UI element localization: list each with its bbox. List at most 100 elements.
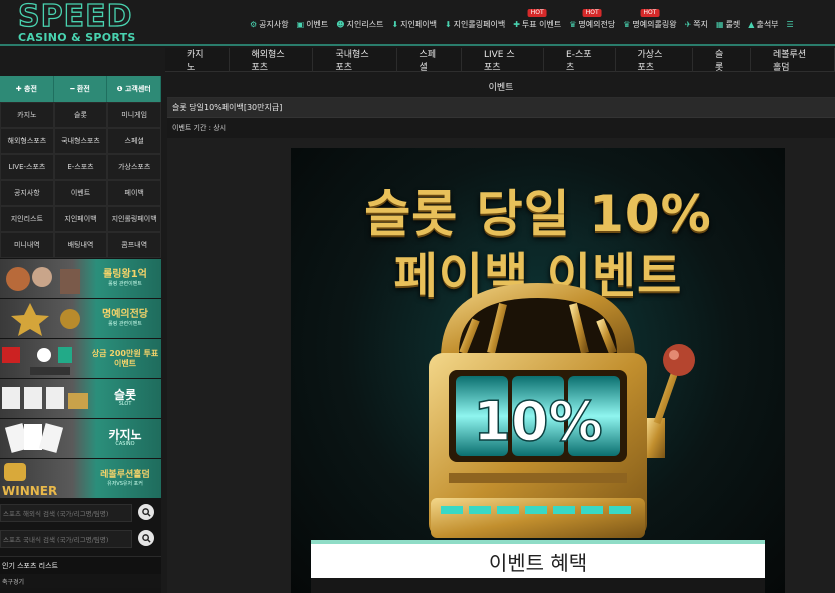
playing-cards-image <box>4 423 64 453</box>
banner-subtitle: 롤링 관련이벤트 <box>108 321 142 327</box>
search-button[interactable] <box>138 530 154 546</box>
topnav-rolling-king[interactable]: HOT ♛ 명예의롤링왕 <box>623 9 677 36</box>
sidebar-item-comp-history[interactable]: 콤프내역 <box>107 232 161 258</box>
topnav-menu[interactable]: ☰ <box>787 12 796 36</box>
sidebar-item-virtual-sports[interactable]: 가상스포츠 <box>107 154 161 180</box>
download-icon: ⬇ <box>391 19 399 29</box>
star-trophy-image <box>11 303 80 336</box>
mainnav-overseas-sports[interactable]: 해외형스포츠 <box>230 47 314 73</box>
main-nav: 카지노 해외형스포츠 국내형스포츠 스페셜 LIVE 스포츠 E-스포츠 가상스… <box>165 47 835 73</box>
crown-icon: ♛ <box>623 19 631 29</box>
winner-trophy-image: WINNER <box>2 463 57 498</box>
sidebar-item-domestic-sports[interactable]: 국내형스포츠 <box>53 128 108 154</box>
mainnav-esports[interactable]: E-스포츠 <box>544 47 616 73</box>
hot-badge: HOT <box>582 9 602 17</box>
hot-badge: HOT <box>527 9 547 17</box>
topnav-friend-payback[interactable]: ⬇ 지인페이백 <box>391 12 437 36</box>
sidebar-item-friend-rolling-payback[interactable]: 지인롤링페이백 <box>107 206 161 232</box>
search-row-domestic: 스포츠 국내식 검색 (국가/리그명/팀명) <box>0 528 161 550</box>
search-icon <box>141 533 151 543</box>
sidebar-item-friend-payback[interactable]: 지인페이백 <box>53 206 108 232</box>
sidebar-item-live-sports[interactable]: LIVE-스포츠 <box>0 154 54 180</box>
sidebar-item-event[interactable]: 이벤트 <box>53 180 108 206</box>
topnav-label: 이벤트 <box>306 19 329 29</box>
search-icon <box>141 507 151 517</box>
withdraw-button[interactable]: ━ 환전 <box>53 76 108 102</box>
header: SPEED CASINO & SPORTS ⚙ 공지사항 ▣ 이벤트 ☻ 지인리스트 … <box>0 0 835 46</box>
topnav-label: 명예의전당 <box>578 19 616 29</box>
event-benefit-heading: 이벤트 혜택 <box>311 540 765 578</box>
sidebar-item-overseas-sports[interactable]: 해외형스포츠 <box>0 128 54 154</box>
sidebar-item-friend-list[interactable]: 지인리스트 <box>0 206 54 232</box>
slot-reels-image <box>2 387 88 409</box>
banner-revolution-holdem[interactable]: WINNER 레볼루션홀덤 유저VS유저 포커 <box>0 459 161 498</box>
mainnav-special[interactable]: 스페셜 <box>397 47 462 73</box>
banner-slot[interactable]: 슬롯 SLOT <box>0 379 161 418</box>
sidebar-item-special[interactable]: 스페셜 <box>107 128 161 154</box>
banner-title: 슬롯 <box>113 388 137 402</box>
event-poster: 슬롯 당일 10% 페이백 이벤트 10% 이벤트 혜택 <box>291 148 785 593</box>
topnav-friend-list[interactable]: ☻ 지인리스트 <box>336 12 383 36</box>
logo-subtitle: CASINO & SPORTS <box>18 31 136 44</box>
topnav-notice[interactable]: ⚙ 공지사항 <box>250 12 289 36</box>
boxer-image <box>6 267 80 294</box>
plus-icon: ✚ <box>513 19 520 29</box>
sidebar-item-payback[interactable]: 페이백 <box>107 180 161 206</box>
sidebar: ✚ 충전 ━ 환전 ❶ 고객센터 카지노 슬롯 미니게임 해외형스포츠 국내형스… <box>0 76 162 593</box>
speed-logo[interactable]: SPEED CASINO & SPORTS <box>17 0 143 44</box>
banner-rolling-king[interactable]: 롤링왕1억 롤링 관련이벤트 <box>0 259 161 298</box>
sidebar-item-casino[interactable]: 카지노 <box>0 102 54 128</box>
topnav-hall-of-fame[interactable]: HOT ♛ 명예의전당 <box>569 9 616 36</box>
topnav-label: 출석부 <box>756 19 779 29</box>
overseas-sports-search-input[interactable]: 스포츠 해외식 검색 (국가/리그명/팀명) <box>0 504 132 522</box>
mainnav-virtual-sports[interactable]: 가상스포츠 <box>616 47 693 73</box>
sidebar-item-mini-history[interactable]: 미니내역 <box>0 232 54 258</box>
topnav-label: 쪽지 <box>693 19 708 29</box>
sidebar-item-notice[interactable]: 공지사항 <box>0 180 54 206</box>
support-button[interactable]: ❶ 고객센터 <box>107 76 162 102</box>
topnav-roulette[interactable]: ▦ 룰렛 <box>716 12 740 36</box>
logo-text: SPEED <box>17 0 133 34</box>
sidebar-top-buttons: ✚ 충전 ━ 환전 ❶ 고객센터 <box>0 76 162 102</box>
mainnav-casino[interactable]: 카지노 <box>165 47 230 73</box>
banner-vote-event[interactable]: 상금 200만원 투표이벤트 <box>0 339 161 378</box>
banner-subtitle: 롤링 관련이벤트 <box>108 281 142 287</box>
banner-casino[interactable]: 카지노 CASINO <box>0 419 161 458</box>
banner-title: 카지노 <box>108 428 142 442</box>
banner-hall-of-fame[interactable]: 명예의전당 롤링 관련이벤트 <box>0 299 161 338</box>
main-content: 이벤트 슬롯 당일10%페이백[30만지급] 이벤트 기간 : 상시 슬롯 당일… <box>167 76 835 593</box>
mainnav-slot[interactable]: 슬롯 <box>693 47 751 73</box>
topnav-event[interactable]: ▣ 이벤트 <box>297 12 329 36</box>
mainnav-revolution-holdem[interactable]: 레볼루션홀덤 <box>751 47 835 73</box>
topnav-label: 공지사항 <box>259 19 289 29</box>
sidebar-item-slot[interactable]: 슬롯 <box>53 102 108 128</box>
sidebar-item-bet-history[interactable]: 배팅내역 <box>53 232 108 258</box>
topnav-label: 지인롤링페이백 <box>453 19 506 29</box>
svg-text:WINNER: WINNER <box>2 484 57 498</box>
deposit-button[interactable]: ✚ 충전 <box>0 76 54 102</box>
topnav-label: 지인리스트 <box>346 19 384 29</box>
mainnav-domestic-sports[interactable]: 국내형스포츠 <box>313 47 398 73</box>
topnav-attendance[interactable]: ▲ 출석부 <box>748 12 778 36</box>
attendance-icon: ▲ <box>748 19 755 29</box>
roulette-icon: ▦ <box>716 19 724 29</box>
slot-machine-image: 10% <box>429 283 695 538</box>
topnav-friend-rolling-payback[interactable]: ⬇ 지인롤링페이백 <box>445 12 505 36</box>
banner-title: 상금 200만원 투표이벤트 <box>91 348 159 368</box>
users-icon: ☻ <box>336 19 345 29</box>
mainnav-live-sports[interactable]: LIVE 스포츠 <box>462 47 545 73</box>
sidebar-item-esports[interactable]: E-스포츠 <box>53 154 108 180</box>
sidebar-item-minigame[interactable]: 미니게임 <box>107 102 161 128</box>
banner-subtitle: 유저VS유저 포커 <box>107 481 143 487</box>
popular-sports-item[interactable]: 축구경기 <box>0 574 161 588</box>
event-subject: 슬롯 당일10%페이백[30만지급] <box>167 98 835 118</box>
domestic-sports-search-input[interactable]: 스포츠 국내식 검색 (국가/리그명/팀명) <box>0 530 132 548</box>
event-icon: ▣ <box>296 19 305 29</box>
scoreboard-image <box>2 347 72 375</box>
search-button[interactable] <box>138 504 154 520</box>
topnav-message[interactable]: ✈ 쪽지 <box>685 12 708 36</box>
banner-title: 명예의전당 <box>102 309 148 320</box>
topnav-vote-event[interactable]: HOT ✚ 투표 이벤트 <box>513 9 561 36</box>
download-icon: ⬇ <box>444 19 452 29</box>
banner-subtitle: SLOT <box>118 401 132 407</box>
